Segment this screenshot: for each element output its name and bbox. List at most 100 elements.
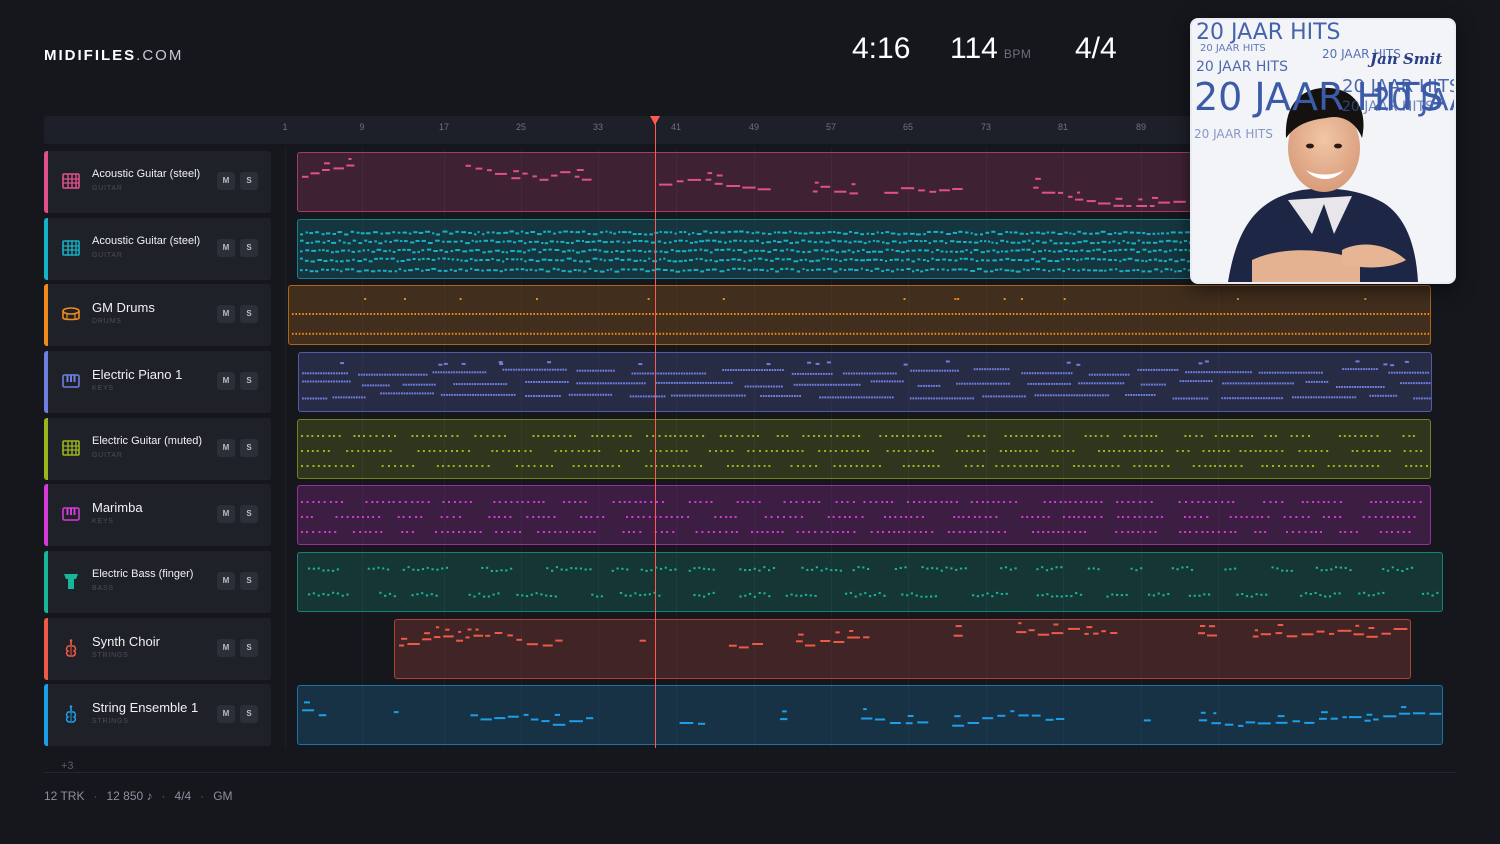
solo-button[interactable]: S	[240, 705, 258, 723]
note-count: 12 850 ♪	[106, 789, 153, 803]
mute-button[interactable]: M	[217, 572, 235, 590]
mute-button[interactable]: M	[217, 505, 235, 523]
track-header[interactable]: Synth Choir STRINGS M S	[44, 618, 271, 680]
clip-notes	[302, 158, 1186, 207]
clip-notes	[301, 501, 1422, 533]
app-logo[interactable]: MIDIFILES.COM	[44, 47, 183, 64]
mute-button[interactable]: M	[217, 439, 235, 457]
ruler-bar-number: 17	[438, 122, 450, 132]
ruler-bar-number: 41	[670, 122, 682, 132]
clip-notes	[308, 566, 1439, 598]
mute-button[interactable]: M	[217, 705, 235, 723]
track-header[interactable]: Marimba KEYS M S	[44, 484, 271, 546]
track-name: Acoustic Guitar (steel)	[92, 235, 201, 247]
solo-button[interactable]: S	[240, 505, 258, 523]
tempo-display: 114 BPM	[950, 32, 1031, 72]
violin-icon	[61, 638, 81, 658]
midi-clip[interactable]	[298, 352, 1432, 412]
ruler-bar-number: 9	[359, 122, 365, 132]
mute-button[interactable]: M	[217, 639, 235, 657]
track-color-bar	[44, 351, 48, 413]
solo-button[interactable]: S	[240, 372, 258, 390]
track-color-bar	[44, 618, 48, 680]
midi-clip[interactable]	[297, 485, 1431, 545]
footer-divider	[44, 772, 1456, 773]
piano-keys-icon	[61, 504, 81, 524]
midi-clip[interactable]	[297, 219, 1192, 279]
track-header[interactable]: Electric Piano 1 KEYS M S	[44, 351, 271, 413]
song-info-footer: 12 TRK · 12 850 ♪ · 4/4 · GM	[44, 789, 233, 803]
ruler-bar-number: 57	[825, 122, 837, 132]
ruler-bar-number: 89	[1135, 122, 1147, 132]
track-header[interactable]: Electric Bass (finger) BASS M S	[44, 551, 271, 613]
footer-time-signature: 4/4	[174, 789, 192, 803]
track-category: DRUMS	[92, 318, 122, 325]
midi-clip[interactable]	[297, 419, 1431, 479]
track-count: 12 TRK	[44, 789, 85, 803]
track-category: GUITAR	[92, 452, 123, 459]
midi-clip[interactable]	[288, 285, 1431, 345]
solo-button[interactable]: S	[240, 239, 258, 257]
track-header[interactable]: Acoustic Guitar (steel) GUITAR M S	[44, 218, 271, 280]
logo-wordmark: MIDIFILES	[44, 47, 137, 64]
track-name: Electric Piano 1	[92, 367, 183, 382]
drum-icon	[61, 304, 81, 324]
track-name: Marimba	[92, 500, 143, 515]
bass-icon	[61, 571, 81, 591]
track-color-bar	[44, 284, 48, 346]
solo-button[interactable]: S	[240, 572, 258, 590]
solo-button[interactable]: S	[240, 439, 258, 457]
solo-button[interactable]: S	[240, 172, 258, 190]
ruler-bar-number: 65	[902, 122, 914, 132]
track-name: Electric Bass (finger)	[92, 568, 194, 580]
track-header[interactable]: Acoustic Guitar (steel) GUITAR M S	[44, 151, 271, 213]
more-tracks-indicator[interactable]: +3	[61, 760, 74, 772]
midi-clip[interactable]	[394, 619, 1411, 679]
mute-button[interactable]: M	[217, 172, 235, 190]
ruler-bar-number: 1	[282, 122, 288, 132]
track-category: STRINGS	[92, 718, 129, 725]
ruler-bar-number: 33	[592, 122, 604, 132]
track-category: GUITAR	[92, 252, 123, 259]
track-name: Acoustic Guitar (steel)	[92, 168, 201, 180]
track-color-bar	[44, 684, 48, 746]
guitar-fretboard-icon	[61, 438, 81, 458]
album-cover: 20 JAAR HITS 20 JAAR HITS 20 JAAR HITS 20 J…	[1190, 18, 1456, 284]
album-title-text: 20 JAAR HITS	[1372, 83, 1454, 118]
track-category: KEYS	[92, 518, 114, 525]
track-name: Synth Choir	[92, 634, 160, 649]
track-category: STRINGS	[92, 652, 129, 659]
album-title-text: 20 JAAR HITS	[1200, 43, 1266, 54]
mute-button[interactable]: M	[217, 305, 235, 323]
midi-clip[interactable]	[297, 685, 1443, 745]
track-header[interactable]: Electric Guitar (muted) GUITAR M S	[44, 418, 271, 480]
ruler-bar-number: 49	[748, 122, 760, 132]
track-header[interactable]: GM Drums DRUMS M S	[44, 284, 271, 346]
time-signature-display: 4/4	[1075, 32, 1117, 72]
song-time-display: 4:16	[852, 32, 910, 72]
tempo-value: 114	[950, 32, 998, 65]
track-color-bar	[44, 218, 48, 280]
song-time: 4:16	[852, 32, 911, 65]
track-color-bar	[44, 551, 48, 613]
track-category: KEYS	[92, 385, 114, 392]
midi-clip[interactable]	[297, 552, 1443, 612]
tempo-unit: BPM	[1003, 47, 1032, 61]
album-artist-signature: Jan Smit	[1370, 50, 1443, 68]
midi-clip[interactable]	[297, 152, 1192, 212]
mute-button[interactable]: M	[217, 372, 235, 390]
playhead[interactable]	[655, 116, 656, 748]
solo-button[interactable]: S	[240, 305, 258, 323]
track-category: GUITAR	[92, 185, 123, 192]
violin-icon	[61, 704, 81, 724]
clip-notes	[302, 701, 1442, 727]
ruler-bar-number: 25	[515, 122, 527, 132]
clip-notes	[302, 360, 1431, 400]
guitar-fretboard-icon	[61, 171, 81, 191]
track-header[interactable]: String Ensemble 1 STRINGS M S	[44, 684, 271, 746]
time-signature: 4/4	[1075, 32, 1117, 65]
mute-button[interactable]: M	[217, 239, 235, 257]
bar-gridline	[285, 148, 286, 748]
track-color-bar	[44, 151, 48, 213]
solo-button[interactable]: S	[240, 639, 258, 657]
